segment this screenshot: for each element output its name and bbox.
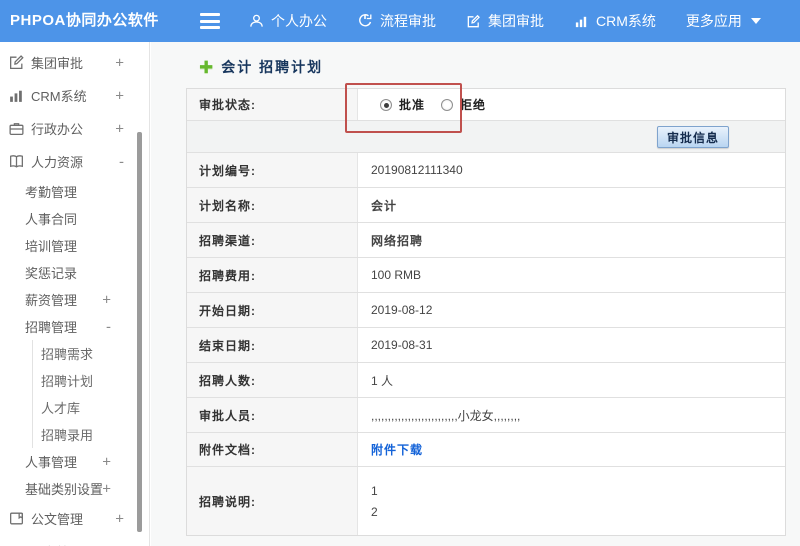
row-approval-status: 审批状态: 批准 拒绝 <box>187 83 785 133</box>
approval-radio-group: 批准 拒绝 <box>380 96 486 113</box>
bar-chart-icon <box>574 14 589 29</box>
row-approve-action: 审批信息 <box>187 121 785 153</box>
menu-process-approval[interactable]: 流程审批 <box>351 0 442 42</box>
row-approvers: 审批人员: ,,,,,,,,,,,,,,,,,,,,,,,,,,小龙女,,,,,… <box>187 398 785 433</box>
field-value: 附件下载 <box>357 433 785 466</box>
menu-crm-system[interactable]: CRM系统 <box>568 0 662 42</box>
book-icon <box>8 153 25 170</box>
row-end-date: 结束日期: 2019-08-31 <box>187 328 785 363</box>
field-value: 1 人 <box>357 363 785 397</box>
field-label: 招聘说明: <box>187 467 357 535</box>
row-attachment: 附件文档: 附件下载 <box>187 433 785 467</box>
sidebar-item-crm[interactable]: CRM系统 + <box>0 79 149 112</box>
field-label: 开始日期: <box>187 293 357 327</box>
attachment-download-link[interactable]: 附件下载 <box>371 441 423 458</box>
page-title-text: 会计 招聘计划 <box>221 59 324 75</box>
expand-icon[interactable]: + <box>102 480 111 497</box>
approval-info-button[interactable]: 审批信息 <box>656 126 729 148</box>
sidebar-item-documents[interactable]: 公文管理 + <box>0 502 149 535</box>
row-headcount: 招聘人数: 1 人 <box>187 363 785 398</box>
sidebar-item-hr[interactable]: 人力资源 - <box>0 145 149 178</box>
bar-chart-icon <box>8 87 25 104</box>
sidebar-item-vehicle[interactable]: 用车管理 + <box>0 535 149 546</box>
recruit-plan-form: 审批状态: 批准 拒绝 审批信息 计划编号: 20190812111340 计划… <box>186 83 786 536</box>
field-label: 审批状态: <box>187 89 357 120</box>
sidebar-item-group-approval[interactable]: 集团审批 + <box>0 46 149 79</box>
sidebar-item-recruit-demand[interactable]: 招聘需求 <box>33 340 149 367</box>
briefcase-icon <box>8 120 25 137</box>
expand-icon[interactable]: + <box>102 453 111 470</box>
row-plan-number: 计划编号: 20190812111340 <box>187 153 785 188</box>
user-icon <box>249 13 264 29</box>
radio-unselected-icon[interactable] <box>441 98 454 111</box>
document-icon <box>8 510 25 527</box>
field-value: 2019-08-12 <box>357 293 785 327</box>
sidebar-item-base-category[interactable]: 基础类别设置 + <box>0 475 149 502</box>
row-recruit-channel: 招聘渠道: 网络招聘 <box>187 223 785 258</box>
field-value: 批准 拒绝 <box>357 89 785 120</box>
expand-icon[interactable]: + <box>115 510 124 527</box>
row-start-date: 开始日期: 2019-08-12 <box>187 293 785 328</box>
sidebar-item-admin-office[interactable]: 行政办公 + <box>0 112 149 145</box>
field-value: 会计 <box>357 188 785 222</box>
radio-selected-icon[interactable] <box>380 98 392 111</box>
sidebar-item-attendance[interactable]: 考勤管理 <box>0 178 149 205</box>
sidebar-item-talent-pool[interactable]: 人才库 <box>33 394 149 421</box>
sidebar-item-personnel[interactable]: 人事管理 + <box>0 448 149 475</box>
sidebar-item-recruit-hire[interactable]: 招聘录用 <box>33 421 149 448</box>
add-plus-icon: ✚ <box>199 57 214 77</box>
field-label: 招聘费用: <box>187 258 357 292</box>
expand-icon[interactable]: + <box>115 54 124 71</box>
field-value: ,,,,,,,,,,,,,,,,,,,,,,,,,,小龙女,,,,,,,, <box>357 398 785 432</box>
field-label: 计划编号: <box>187 153 357 187</box>
radio-option-approve[interactable]: 批准 <box>380 96 425 113</box>
field-value: 100 RMB <box>357 258 785 292</box>
field-label: 招聘人数: <box>187 363 357 397</box>
collapse-icon[interactable]: - <box>119 153 124 170</box>
field-value: 网络招聘 <box>357 223 785 257</box>
app-logo: PHPOA协同办公软件 <box>10 12 159 29</box>
sidebar-item-recruitment[interactable]: 招聘管理 - <box>0 313 149 340</box>
field-value: 2019-08-31 <box>357 328 785 362</box>
sidebar-item-hr-contract[interactable]: 人事合同 <box>0 205 149 232</box>
expand-icon[interactable]: + <box>102 291 111 308</box>
menu-more-apps[interactable]: 更多应用 <box>680 0 767 42</box>
field-value: 1 2 <box>357 467 785 535</box>
sidebar-item-training[interactable]: 培训管理 <box>0 232 149 259</box>
field-label: 审批人员: <box>187 398 357 432</box>
description-line: 1 <box>371 483 378 498</box>
expand-icon[interactable]: + <box>115 87 124 104</box>
sidebar-item-recruit-plan[interactable]: 招聘计划 <box>33 367 149 394</box>
sidebar-item-salary[interactable]: 薪资管理 + <box>0 286 149 313</box>
collapse-icon[interactable]: - <box>106 318 111 335</box>
edit-icon <box>466 14 481 29</box>
hamburger-menu-icon[interactable] <box>200 13 220 29</box>
field-label: 计划名称: <box>187 188 357 222</box>
description-line: 2 <box>371 504 378 519</box>
process-icon <box>357 13 373 29</box>
field-label: 结束日期: <box>187 328 357 362</box>
row-description: 招聘说明: 1 2 <box>187 467 785 535</box>
menu-group-approval[interactable]: 集团审批 <box>460 0 550 42</box>
sidebar: 集团审批 + CRM系统 + 行政办公 + 人力资源 - 考勤管理 人事合同 培… <box>0 42 150 546</box>
row-plan-name: 计划名称: 会计 <box>187 188 785 223</box>
field-value: 20190812111340 <box>357 153 785 187</box>
edit-icon <box>8 54 25 71</box>
top-menu: 个人办公 流程审批 集团审批 CRM系统 更多应用 <box>243 0 767 42</box>
recruitment-submenu: 招聘需求 招聘计划 人才库 招聘录用 <box>32 340 149 448</box>
expand-icon[interactable]: + <box>115 120 124 137</box>
sidebar-item-rewards[interactable]: 奖惩记录 <box>0 259 149 286</box>
field-label: 招聘渠道: <box>187 223 357 257</box>
page-title: ✚ 会计 招聘计划 <box>199 57 323 77</box>
caret-down-icon <box>750 18 761 24</box>
row-recruit-cost: 招聘费用: 100 RMB <box>187 258 785 293</box>
menu-personal-office[interactable]: 个人办公 <box>243 0 333 42</box>
radio-option-reject[interactable]: 拒绝 <box>441 96 486 113</box>
main-content: ✚ 会计 招聘计划 审批状态: 批准 拒绝 审批信息 计划编号: 2019081… <box>151 42 800 546</box>
field-label: 附件文档: <box>187 433 357 466</box>
sidebar-scrollbar[interactable] <box>137 132 142 532</box>
top-bar: PHPOA协同办公软件 个人办公 流程审批 集团审批 CRM系统 更多应用 <box>0 0 800 42</box>
